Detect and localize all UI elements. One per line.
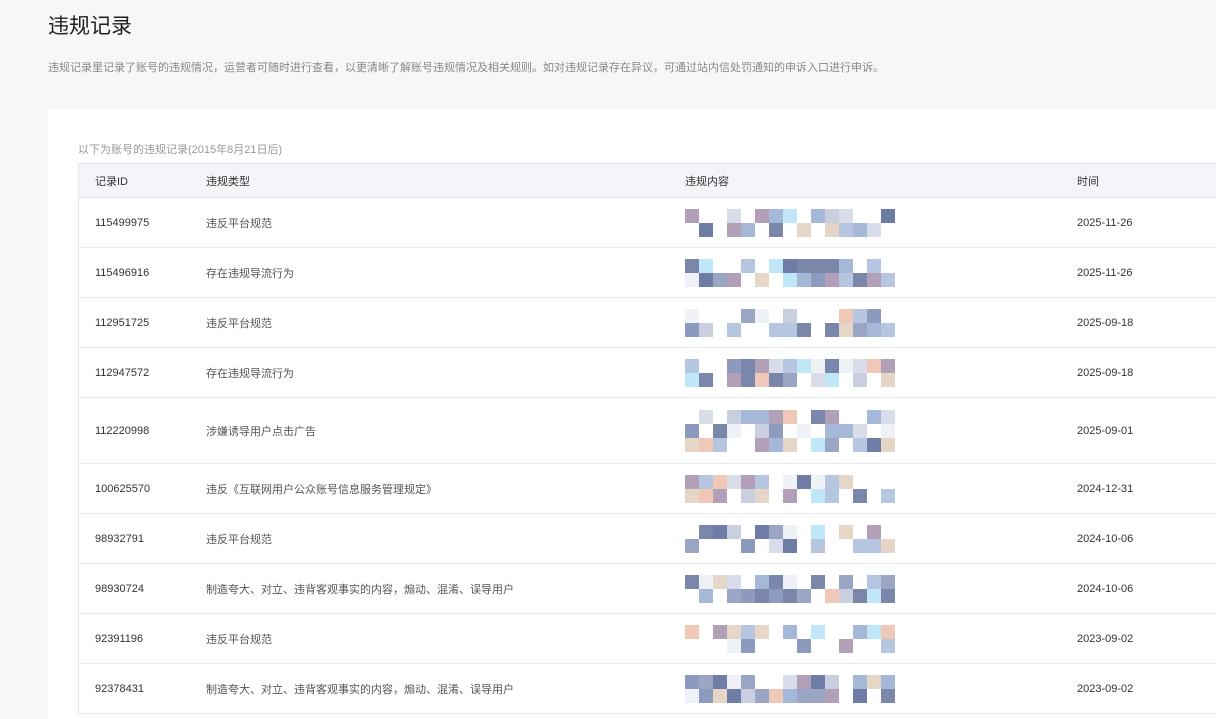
violation-time: 2023-09-02: [1076, 613, 1216, 664]
violation-time: 2024-12-31: [1076, 463, 1216, 514]
violation-content-redacted: [684, 663, 1076, 714]
violation-time: 2025-11-26: [1076, 197, 1216, 248]
records-subtitle: 以下为账号的违规记录(2015年8月21日后): [78, 144, 283, 156]
redacted-mosaic: [685, 624, 905, 653]
record-id: 115496916: [78, 247, 205, 298]
redacted-mosaic: [685, 409, 905, 452]
table-row: 92378431 制造夸大、对立、违背客观事实的内容，煽动、混淆、误导用户 2023…: [78, 663, 1216, 714]
violation-type: 违反平台规范: [205, 297, 684, 348]
violation-content-redacted: [684, 613, 1076, 664]
table-row: 100625570 违反《互联网用户公众账号信息服务管理规定》 2024-12-31: [78, 463, 1216, 514]
record-id: 92391196: [78, 613, 205, 664]
column-time: 时间: [1076, 163, 1216, 198]
violation-time: 2025-09-01: [1076, 397, 1216, 464]
violation-content-redacted: [684, 247, 1076, 298]
violation-content-redacted: [684, 297, 1076, 348]
record-id: 98932791: [78, 513, 205, 564]
record-id: 112951725: [78, 297, 205, 348]
violation-content-redacted: [684, 513, 1076, 564]
violation-type: 存在违规导流行为: [205, 347, 684, 398]
table-row: 115499975 违反平台规范 2025-11-26: [78, 197, 1216, 248]
page-description: 违规记录里记录了账号的违规情况，运营者可随时进行查看，以更清晰了解账号违规情况及…: [48, 62, 884, 74]
redacted-mosaic: [685, 258, 905, 287]
record-id: 112947572: [78, 347, 205, 398]
redacted-mosaic: [685, 524, 905, 553]
violation-content-redacted: [684, 347, 1076, 398]
table-row: 112951725 违反平台规范 2025-09-18: [78, 297, 1216, 348]
redacted-mosaic: [685, 474, 905, 503]
page-title: 违规记录: [48, 15, 132, 38]
violation-table: 记录ID 违规类型 违规内容 时间 115499975 违反平台规范 2025-11…: [78, 163, 1216, 714]
violation-type: 违反平台规范: [205, 197, 684, 248]
record-id: 115499975: [78, 197, 205, 248]
redacted-mosaic: [685, 358, 905, 387]
violation-content-redacted: [684, 563, 1076, 614]
table-row: 112947572 存在违规导流行为 2025-09-18: [78, 347, 1216, 398]
violation-content-redacted: [684, 197, 1076, 248]
violation-time: 2025-09-18: [1076, 347, 1216, 398]
violation-type: 违反平台规范: [205, 613, 684, 664]
table-row: 98930724 制造夸大、对立、违背客观事实的内容，煽动、混淆、误导用户 2024…: [78, 563, 1216, 614]
violation-type: 违反平台规范: [205, 513, 684, 564]
violation-type: 制造夸大、对立、违背客观事实的内容，煽动、混淆、误导用户: [205, 563, 684, 614]
records-card: 以下为账号的违规记录(2015年8月21日后) 记录ID 违规类型 违规内容 时…: [48, 109, 1216, 719]
table-row: 92391196 违反平台规范 2023-09-02: [78, 613, 1216, 664]
violation-time: 2023-09-02: [1076, 663, 1216, 714]
table-header: 记录ID 违规类型 违规内容 时间: [78, 163, 1216, 198]
table-row: 112220998 涉嫌诱导用户点击广告 2025-09-01: [78, 397, 1216, 464]
violation-time: 2025-11-26: [1076, 247, 1216, 298]
column-id: 记录ID: [78, 163, 205, 198]
column-content: 违规内容: [684, 163, 1076, 198]
column-type: 违规类型: [205, 163, 684, 198]
violation-type: 涉嫌诱导用户点击广告: [205, 397, 684, 464]
record-id: 98930724: [78, 563, 205, 614]
violation-type: 违反《互联网用户公众账号信息服务管理规定》: [205, 463, 684, 514]
record-id: 100625570: [78, 463, 205, 514]
violation-time: 2024-10-06: [1076, 563, 1216, 614]
record-id: 92378431: [78, 663, 205, 714]
violation-type: 制造夸大、对立、违背客观事实的内容，煽动、混淆、误导用户: [205, 663, 684, 714]
redacted-mosaic: [685, 308, 905, 337]
table-row: 115496916 存在违规导流行为 2025-11-26: [78, 247, 1216, 298]
violation-content-redacted: [684, 463, 1076, 514]
violation-type: 存在违规导流行为: [205, 247, 684, 298]
redacted-mosaic: [685, 208, 905, 237]
record-id: 112220998: [78, 397, 205, 464]
violation-time: 2025-09-18: [1076, 297, 1216, 348]
violation-content-redacted: [684, 397, 1076, 464]
redacted-mosaic: [685, 674, 905, 703]
violation-time: 2024-10-06: [1076, 513, 1216, 564]
table-row: 98932791 违反平台规范 2024-10-06: [78, 513, 1216, 564]
redacted-mosaic: [685, 574, 905, 603]
